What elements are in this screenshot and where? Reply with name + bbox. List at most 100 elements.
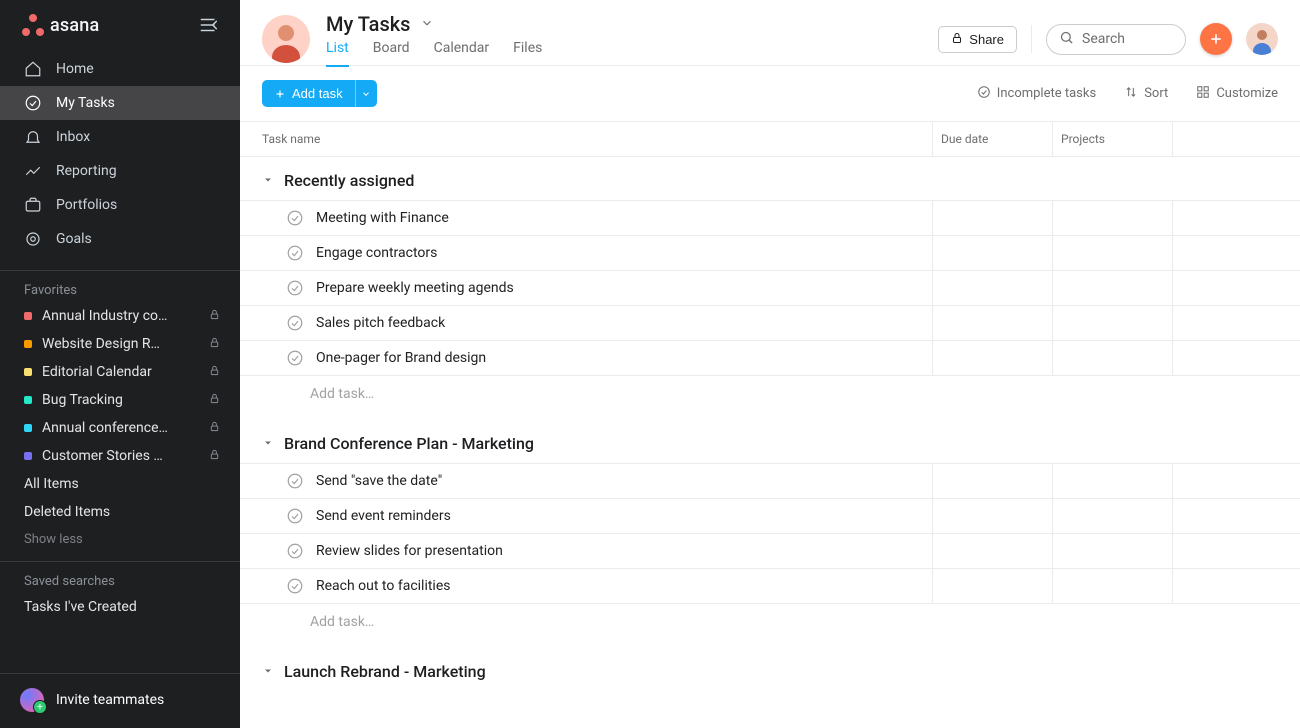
tab-board[interactable]: Board bbox=[373, 40, 410, 66]
invite-teammates-button[interactable]: Invite teammates bbox=[0, 673, 240, 728]
task-projects-cell[interactable] bbox=[1052, 271, 1172, 305]
section-header[interactable]: Launch Rebrand - Marketing bbox=[240, 648, 1300, 691]
task-row[interactable]: Send event reminders bbox=[240, 499, 1300, 534]
task-row[interactable]: Review slides for presentation bbox=[240, 534, 1300, 569]
task-projects-cell[interactable] bbox=[1052, 499, 1172, 533]
complete-task-button[interactable] bbox=[286, 279, 304, 297]
nav-portfolios[interactable]: Portfolios bbox=[0, 188, 240, 222]
task-title: Prepare weekly meeting agends bbox=[316, 280, 514, 296]
task-due-cell[interactable] bbox=[932, 236, 1052, 270]
sidebar-collapse-button[interactable] bbox=[198, 14, 220, 36]
section-header[interactable]: Brand Conference Plan - Marketing bbox=[240, 420, 1300, 463]
search-input[interactable]: Search bbox=[1046, 24, 1186, 55]
add-task-inline[interactable]: Add task… bbox=[240, 376, 1300, 420]
saved-searches-header: Saved searches bbox=[0, 562, 240, 593]
task-due-cell[interactable] bbox=[932, 499, 1052, 533]
complete-task-button[interactable] bbox=[286, 244, 304, 262]
complete-task-button[interactable] bbox=[286, 577, 304, 595]
nav-goals[interactable]: Goals bbox=[0, 222, 240, 256]
task-projects-cell[interactable] bbox=[1052, 201, 1172, 235]
column-projects[interactable]: Projects bbox=[1052, 122, 1172, 156]
task-row[interactable]: Meeting with Finance bbox=[240, 200, 1300, 236]
title-dropdown-button[interactable] bbox=[420, 15, 434, 34]
task-projects-cell[interactable] bbox=[1052, 534, 1172, 568]
task-projects-cell[interactable] bbox=[1052, 569, 1172, 603]
task-due-cell[interactable] bbox=[932, 341, 1052, 375]
task-extra-cell[interactable] bbox=[1172, 534, 1300, 568]
complete-task-button[interactable] bbox=[286, 349, 304, 367]
task-extra-cell[interactable] bbox=[1172, 236, 1300, 270]
collapse-section-icon[interactable] bbox=[262, 171, 274, 190]
column-due-date[interactable]: Due date bbox=[932, 122, 1052, 156]
favorite-item[interactable]: Customer Stories … bbox=[0, 442, 240, 470]
add-task-dropdown-button[interactable] bbox=[355, 80, 377, 107]
task-row[interactable]: Sales pitch feedback bbox=[240, 306, 1300, 341]
task-extra-cell[interactable] bbox=[1172, 271, 1300, 305]
collapse-section-icon[interactable] bbox=[262, 434, 274, 453]
bell-icon bbox=[24, 128, 42, 146]
tab-files[interactable]: Files bbox=[513, 40, 542, 66]
task-row[interactable]: Engage contractors bbox=[240, 236, 1300, 271]
column-task-name[interactable]: Task name bbox=[240, 122, 932, 156]
task-projects-cell[interactable] bbox=[1052, 341, 1172, 375]
task-extra-cell[interactable] bbox=[1172, 306, 1300, 340]
task-row[interactable]: One-pager for Brand design bbox=[240, 341, 1300, 376]
add-task-button[interactable]: Add task bbox=[262, 80, 355, 107]
nav-goals-label: Goals bbox=[56, 231, 92, 247]
task-projects-cell[interactable] bbox=[1052, 236, 1172, 270]
task-due-cell[interactable] bbox=[932, 534, 1052, 568]
task-row[interactable]: Reach out to facilities bbox=[240, 569, 1300, 604]
deleted-items-link[interactable]: Deleted Items bbox=[0, 498, 240, 526]
favorite-item[interactable]: Annual conference… bbox=[0, 414, 240, 442]
nav-reporting[interactable]: Reporting bbox=[0, 154, 240, 188]
brand-logo[interactable]: asana bbox=[22, 14, 99, 36]
section-header[interactable]: Recently assigned bbox=[240, 157, 1300, 200]
task-projects-cell[interactable] bbox=[1052, 464, 1172, 498]
task-due-cell[interactable] bbox=[932, 464, 1052, 498]
task-due-cell[interactable] bbox=[932, 569, 1052, 603]
sort-button[interactable]: Sort bbox=[1124, 85, 1168, 103]
all-items-link[interactable]: All Items bbox=[0, 470, 240, 498]
customize-button[interactable]: Customize bbox=[1196, 85, 1278, 103]
show-less-link[interactable]: Show less bbox=[0, 526, 240, 553]
customize-label: Customize bbox=[1216, 86, 1278, 101]
complete-task-button[interactable] bbox=[286, 542, 304, 560]
complete-task-button[interactable] bbox=[286, 314, 304, 332]
task-row[interactable]: Prepare weekly meeting agends bbox=[240, 271, 1300, 306]
filter-incomplete-button[interactable]: Incomplete tasks bbox=[977, 85, 1096, 103]
task-projects-cell[interactable] bbox=[1052, 306, 1172, 340]
add-task-inline[interactable]: Add task… bbox=[240, 604, 1300, 648]
task-due-cell[interactable] bbox=[932, 306, 1052, 340]
favorite-item[interactable]: Annual Industry co… bbox=[0, 302, 240, 330]
task-extra-cell[interactable] bbox=[1172, 569, 1300, 603]
task-row[interactable]: Send "save the date" bbox=[240, 463, 1300, 499]
favorite-item[interactable]: Website Design R… bbox=[0, 330, 240, 358]
complete-task-button[interactable] bbox=[286, 472, 304, 490]
tab-list[interactable]: List bbox=[326, 40, 349, 66]
favorite-item[interactable]: Bug Tracking bbox=[0, 386, 240, 414]
lock-icon bbox=[951, 32, 963, 47]
complete-task-button[interactable] bbox=[286, 209, 304, 227]
global-add-button[interactable] bbox=[1200, 23, 1232, 55]
tab-calendar[interactable]: Calendar bbox=[434, 40, 490, 66]
share-button[interactable]: Share bbox=[938, 26, 1017, 53]
task-extra-cell[interactable] bbox=[1172, 499, 1300, 533]
collapse-section-icon[interactable] bbox=[262, 662, 274, 681]
lock-icon bbox=[209, 392, 220, 408]
nav-my-tasks[interactable]: My Tasks bbox=[0, 86, 240, 120]
task-due-cell[interactable] bbox=[932, 201, 1052, 235]
task-extra-cell[interactable] bbox=[1172, 341, 1300, 375]
profile-avatar[interactable] bbox=[262, 15, 310, 63]
task-extra-cell[interactable] bbox=[1172, 201, 1300, 235]
tasks-ive-created-link[interactable]: Tasks I've Created bbox=[0, 593, 240, 621]
nav-home[interactable]: Home bbox=[0, 52, 240, 86]
complete-task-button[interactable] bbox=[286, 507, 304, 525]
task-extra-cell[interactable] bbox=[1172, 464, 1300, 498]
favorite-item[interactable]: Editorial Calendar bbox=[0, 358, 240, 386]
user-menu-avatar[interactable] bbox=[1246, 23, 1278, 55]
invite-label: Invite teammates bbox=[56, 692, 164, 708]
column-extra[interactable] bbox=[1172, 122, 1300, 156]
task-due-cell[interactable] bbox=[932, 271, 1052, 305]
nav-inbox[interactable]: Inbox bbox=[0, 120, 240, 154]
section-title: Launch Rebrand - Marketing bbox=[284, 662, 486, 681]
